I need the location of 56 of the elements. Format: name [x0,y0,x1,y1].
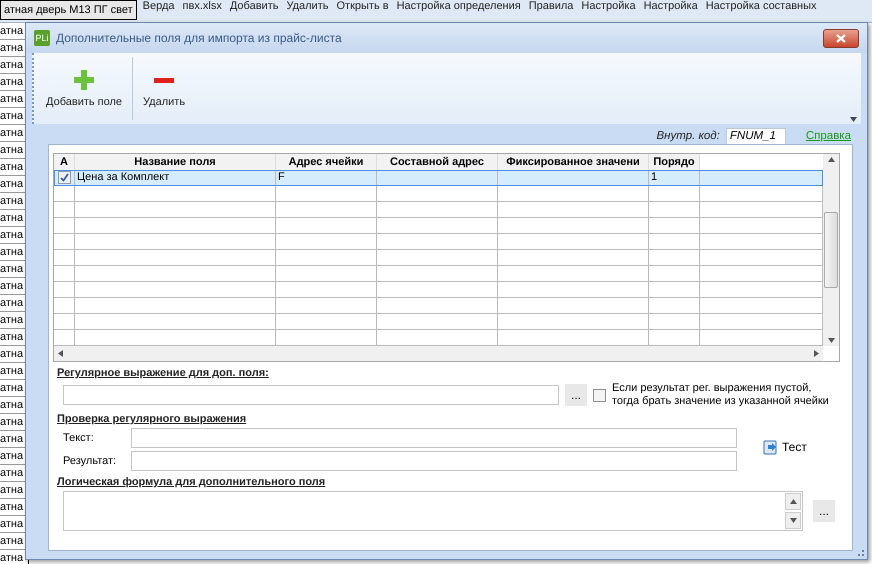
ribbon-button[interactable]: Настройка составных [706,0,817,13]
scroll-left-arrow-icon[interactable] [58,350,63,357]
checkbox[interactable] [593,388,606,402]
checkbox-label: Если результат рег. выражения пустой, тогда брать значение из указанной ячейки [612,382,829,408]
section-heading: Логическая формула для дополнительного поля [57,476,326,488]
scroll-up-button[interactable] [785,493,801,510]
field-label: Результат: [62,455,118,467]
checkbox[interactable] [58,171,70,184]
ribbon-button[interactable]: Добавить [230,0,278,13]
input-field[interactable] [131,428,737,448]
plus-icon [74,70,94,90]
close-icon [836,34,846,42]
scroll-up-arrow-icon[interactable] [828,157,834,162]
close-button[interactable] [823,28,859,48]
horizontal-scrollbar[interactable] [54,346,823,361]
column-header[interactable]: Адрес ячейки [276,154,377,170]
minus-icon [154,78,174,82]
column-header[interactable]: Порядо [649,154,700,170]
section-heading: Проверка регулярного выражения [57,413,248,425]
input-field[interactable] [131,451,737,471]
ribbon-button[interactable]: Настройка [644,0,698,13]
ribbon-button[interactable]: Верда [142,0,175,13]
add-field-button[interactable]: Добавить поле [42,57,126,120]
section-heading: Регулярное выражение для доп. поля: [57,367,270,379]
window-title: Дополнительные поля для импорта из прайс-листа [56,31,343,45]
resize-grip-icon[interactable] [858,550,864,556]
ribbon-button[interactable]: пвх.xlsx [182,0,222,13]
up-arrow-icon[interactable] [790,499,796,504]
table-header-cell: атная дверь М13 ПГ свет [0,0,137,20]
delete-button[interactable]: Удалить [139,57,190,120]
ribbon-button[interactable]: Открыть в [336,0,389,13]
code-label: Внутр. код: [656,130,720,142]
ribbon-button[interactable]: Удалить [286,0,328,13]
regex-field[interactable] [63,385,559,405]
scrollbar-thumb[interactable] [824,212,838,288]
ribbon-button[interactable]: Настройка определения [396,0,521,13]
column-header[interactable]: A [54,154,75,170]
formula-field[interactable] [63,491,803,531]
column-header[interactable]: Составной адрес [377,154,498,170]
scroll-down-arrow-icon[interactable] [828,338,834,343]
browse-button[interactable]: ... [565,384,587,406]
ribbon-button[interactable]: Правила [528,0,574,13]
table-row[interactable]: Цена за Комплект F 1 [54,170,823,186]
ribbon-button[interactable]: Настройка [581,0,636,13]
scroll-down-button[interactable] [785,512,801,529]
column-header[interactable]: Название поля [75,154,276,170]
test-button[interactable]: Тест [763,439,807,455]
app-icon: PLi [34,30,50,46]
browse-button[interactable]: ... [813,500,835,522]
code-field[interactable]: FNUM_1 [726,128,786,144]
column-header[interactable]: Фиксированное значени [498,154,649,170]
dropdown-arrow-icon[interactable] [850,117,857,122]
down-arrow-icon[interactable] [790,518,796,523]
field-label: Текст: [62,432,95,444]
scroll-right-arrow-icon[interactable] [814,350,819,357]
vertical-scrollbar[interactable] [823,154,839,346]
